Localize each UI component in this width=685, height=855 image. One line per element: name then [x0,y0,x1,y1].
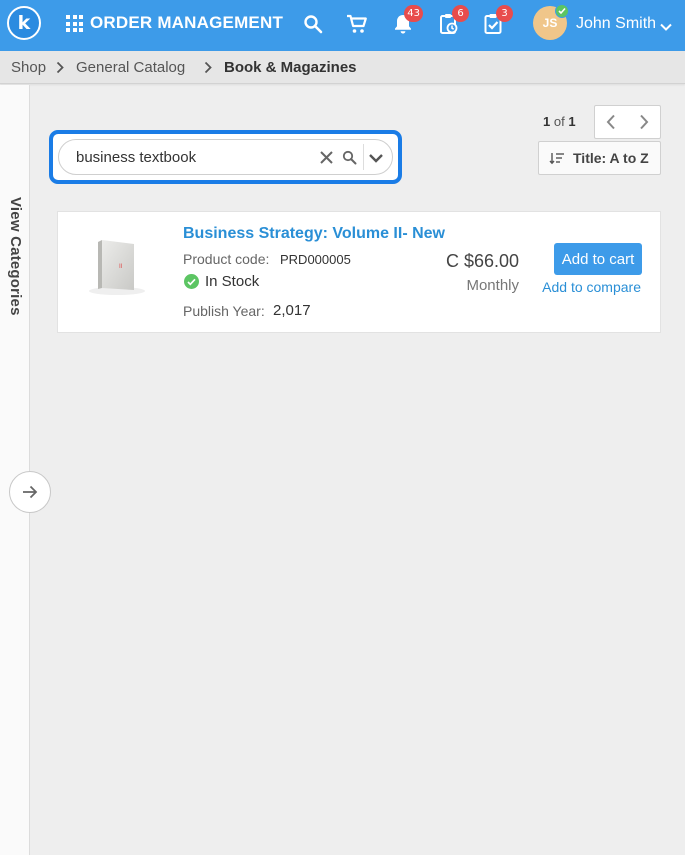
logo-letter: k [17,12,31,34]
online-check-icon [555,4,569,18]
user-avatar[interactable]: JS [533,4,569,40]
pending-orders-badge: 6 [452,5,469,22]
chevron-left-icon [606,114,615,130]
tasks-badge: 3 [496,5,513,22]
book-spine-mark: II [119,263,123,270]
view-categories-label[interactable]: View Categories [7,197,24,316]
product-code: PRD000005 [280,252,351,267]
search-highlight: business textbook [49,130,402,184]
billing-period: Monthly [466,277,519,294]
sort-button[interactable]: Title: A to Z [538,141,661,175]
chevron-down-icon[interactable] [368,151,384,169]
product-price: C $66.00 [445,251,519,271]
stock-status: In Stock [205,273,260,290]
product-title-link[interactable]: Business Strategy: Volume II- New [183,225,445,243]
add-to-cart-button[interactable]: Add to cart [554,243,642,275]
chevron-right-icon [204,61,213,79]
page-indicator: 1 of 1 [543,114,576,129]
pager [594,105,661,139]
pending-orders-icon[interactable]: 6 [437,5,469,36]
app-logo[interactable]: k [7,6,41,40]
current-page: 1 [543,114,551,129]
avatar-initials: JS [542,16,558,30]
chevron-right-icon [56,61,65,79]
breadcrumb-shop[interactable]: Shop [11,59,46,76]
tasks-clipboard-icon[interactable]: 3 [481,5,513,36]
check-circle-icon [184,274,199,289]
notifications-bell-icon[interactable]: 43 [391,5,423,36]
chevron-right-icon [640,114,649,130]
sort-icon [549,152,564,164]
user-name[interactable]: John Smith [576,15,656,33]
search-icon[interactable] [342,150,357,170]
product-code-label: Product code: [183,251,270,267]
breadcrumb-book-magazines: Book & Magazines [224,59,357,76]
search-input[interactable]: business textbook [58,139,393,175]
app-title[interactable]: ORDER MANAGEMENT [90,13,283,33]
categories-sidebar: View Categories [0,85,30,855]
search-input-value[interactable]: business textbook [76,149,196,166]
cart-icon[interactable] [345,12,369,36]
next-page-button[interactable] [628,106,661,138]
apps-grid-icon[interactable] [66,15,83,32]
previous-page-button[interactable] [595,106,628,138]
top-header: k ORDER MANAGEMENT 43 6 3 JS John Smith [0,0,685,51]
breadcrumb-general-catalog[interactable]: General Catalog [76,59,185,76]
add-to-compare-link[interactable]: Add to compare [542,279,641,295]
product-image[interactable]: II [86,234,146,296]
chevron-down-icon[interactable] [660,18,672,36]
product-card: II Business Strategy: Volume II- New Pro… [57,211,661,333]
notifications-badge: 43 [404,5,423,22]
total-pages: 1 [568,114,576,129]
clear-icon[interactable] [319,150,334,170]
sort-label: Title: A to Z [573,150,649,166]
search-divider [363,144,364,170]
publish-year: 2,017 [273,302,311,319]
page-of-label: of [553,114,565,129]
search-icon[interactable] [301,12,325,36]
publish-year-label: Publish Year: [183,303,265,319]
breadcrumb: Shop General Catalog Book & Magazines [0,51,685,84]
expand-sidebar-button[interactable] [9,471,51,513]
arrow-right-icon [23,485,38,499]
